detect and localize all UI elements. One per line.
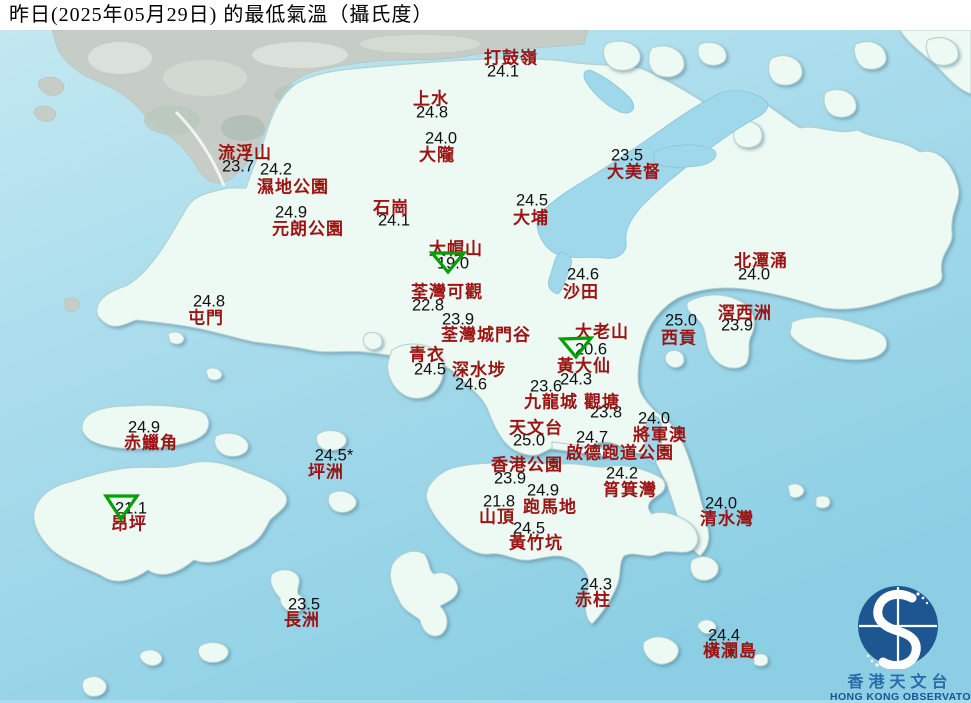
page-title: 昨日(2025年05月29日) 的最低氣溫（攝氏度） xyxy=(9,4,434,26)
hko-logo-name-chinese: 香港天文台 xyxy=(847,674,953,691)
title-bar: 昨日(2025年05月29日) 的最低氣溫（攝氏度） xyxy=(0,0,971,30)
hko-logo-name-english: HONG KONG OBSERVATORY xyxy=(830,691,971,703)
weather-map-stage: 24.1 打鼓嶺 24.8 上水 24.0 大隴 23.7 流浮山 24.2 濕地公園 24.9 元朗… xyxy=(0,0,971,703)
hongkong-map xyxy=(0,0,971,700)
hko-logo: 香港天文台 HONG KONG OBSERVATORY xyxy=(830,585,971,703)
hko-logo-icon xyxy=(858,586,938,670)
